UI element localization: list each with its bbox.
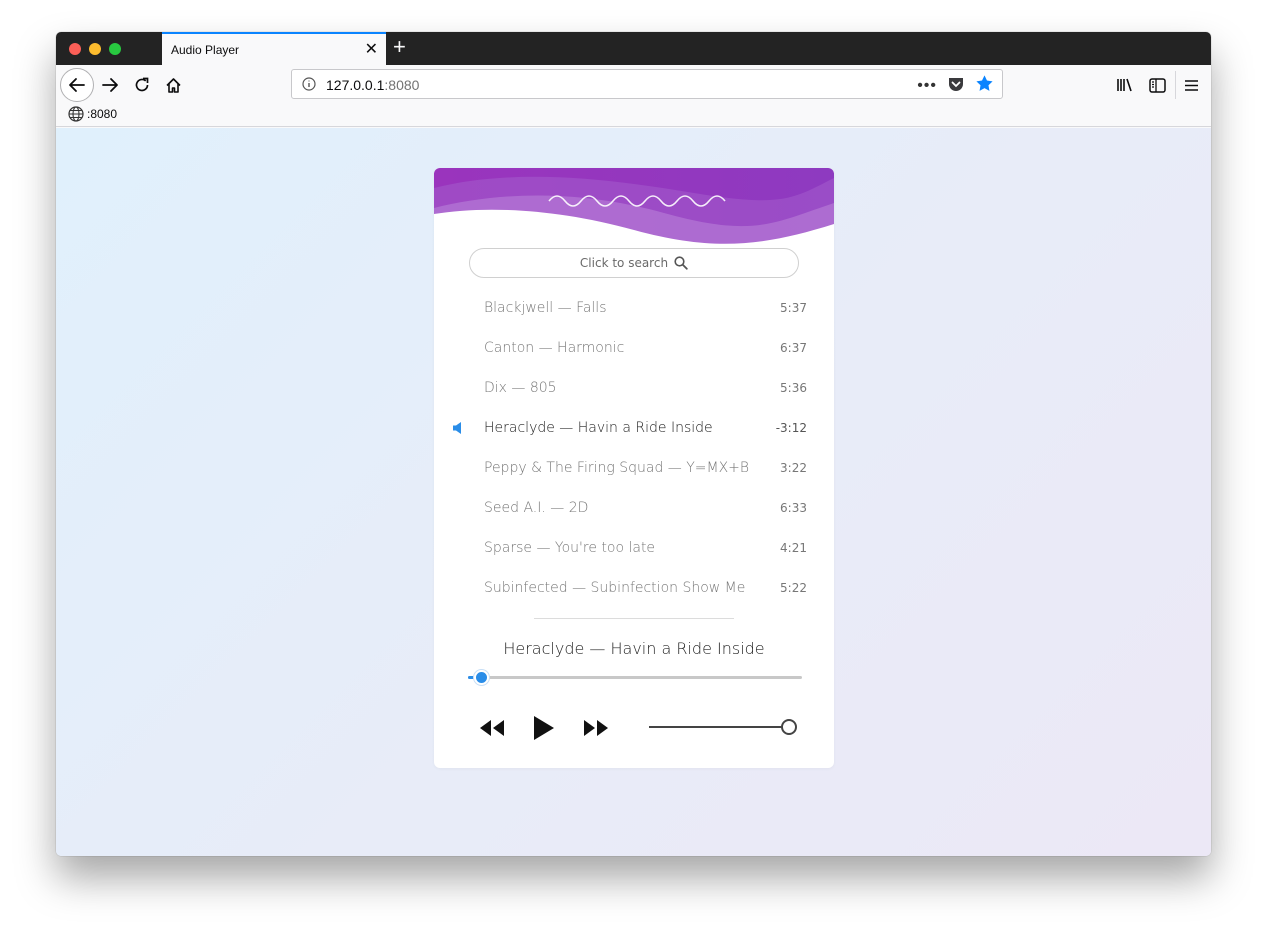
track-duration: 5:37 [780,301,807,315]
site-info-icon[interactable] [302,77,316,96]
menu-icon[interactable] [1175,71,1207,99]
header-wave-banner [434,168,834,248]
rewind-button[interactable] [478,714,506,742]
arrow-right-icon [102,78,118,92]
globe-icon [68,106,84,122]
track-title: Subinfected — Subinfection Show Me [484,580,746,596]
search-placeholder: Click to search [579,256,669,270]
now-playing-title: Heraclyde — Havin a Ride Inside [503,639,765,658]
play-button[interactable] [530,714,558,742]
track-title: Peppy & The Firing Squad — Y=MX+B [484,460,750,476]
track-duration: 6:33 [780,501,807,515]
volume-handle[interactable] [781,719,797,735]
volume-slider[interactable] [649,719,797,735]
tab-title: Audio Player [171,43,240,57]
page-actions-icon[interactable]: ••• [917,77,937,95]
title-bar: Audio Player ✕ + [56,32,1211,65]
bookmarks-toolbar: :8080 [56,105,1211,127]
url-text[interactable]: 127.0.0.1:8080 [326,77,419,93]
track-duration: -3:12 [775,421,807,435]
bookmark-label: :8080 [87,107,118,121]
transport-controls [478,714,610,742]
tab-audio-player[interactable]: Audio Player ✕ [162,32,386,65]
track-duration: 5:36 [780,381,807,395]
reload-button[interactable] [126,69,158,101]
track-title: Dix — 805 [484,380,557,396]
zoom-window-button[interactable] [109,43,121,55]
url-bar[interactable]: 127.0.0.1:8080 ••• [291,69,1003,99]
forward-button[interactable] [94,69,126,101]
minimize-window-button[interactable] [89,43,101,55]
playlist: Blackjwell — Falls 5:37 Canton — Harmonic 6… [434,288,834,608]
track-title: Canton — Harmonic [484,340,625,356]
fast-forward-icon [584,720,608,736]
track-title: Seed A.I. — 2D [484,500,589,516]
rewind-icon [480,720,504,736]
play-icon [534,716,554,740]
browser-window: Audio Player ✕ + 127.0.0.1:8080 •••:808… [56,32,1211,856]
search-icon [674,256,688,270]
speaker-icon [452,421,464,440]
back-button[interactable] [60,68,94,102]
track-title: Sparse — You're too late [484,540,656,556]
new-tab-icon[interactable]: + [393,34,406,60]
playlist-track[interactable]: Dix — 805 5:36 [434,368,834,408]
audio-player: Click to search Blackjwell — Falls 5:37 Ca… [434,168,834,768]
search-field[interactable]: Click to search [469,248,799,278]
playlist-track[interactable]: Canton — Harmonic 6:37 [434,328,834,368]
playlist-track[interactable]: Sparse — You're too late 4:21 [434,528,834,568]
reload-icon [135,77,149,92]
track-title: Heraclyde — Havin a Ride Inside [484,420,713,436]
home-icon [165,77,181,93]
url-port: :8080 [384,77,420,93]
bookmark-item[interactable]: :8080 [68,106,117,122]
navigation-toolbar: 127.0.0.1:8080 ••• [56,65,1211,105]
url-host: 127.0.0.1 [326,77,385,93]
library-icon[interactable] [1109,69,1141,101]
close-tab-icon[interactable]: ✕ [365,39,378,59]
home-button[interactable] [157,69,189,101]
arrow-left-icon [69,78,85,92]
track-duration: 6:37 [780,341,807,355]
playlist-track[interactable]: Seed A.I. — 2D 6:33 [434,488,834,528]
track-duration: 5:22 [780,581,807,595]
bookmark-star-icon[interactable] [975,74,994,98]
pocket-icon[interactable] [947,75,965,98]
sidebar-icon[interactable] [1141,69,1173,101]
playlist-track[interactable]: Peppy & The Firing Squad — Y=MX+B 3:22 [434,448,834,488]
track-title: Blackjwell — Falls [484,300,607,316]
playlist-track[interactable]: Heraclyde — Havin a Ride Inside -3:12 [434,408,834,448]
page-content: Click to search Blackjwell — Falls 5:37 Ca… [56,128,1211,856]
divider [534,618,734,619]
track-duration: 3:22 [780,461,807,475]
close-window-button[interactable] [69,43,81,55]
playlist-track[interactable]: Subinfected — Subinfection Show Me 5:22 [434,568,834,608]
playlist-track[interactable]: Blackjwell — Falls 5:37 [434,288,834,328]
seek-bar[interactable] [468,670,802,685]
seek-handle[interactable] [474,670,490,685]
track-duration: 4:21 [780,541,807,555]
fast-forward-button[interactable] [582,714,610,742]
